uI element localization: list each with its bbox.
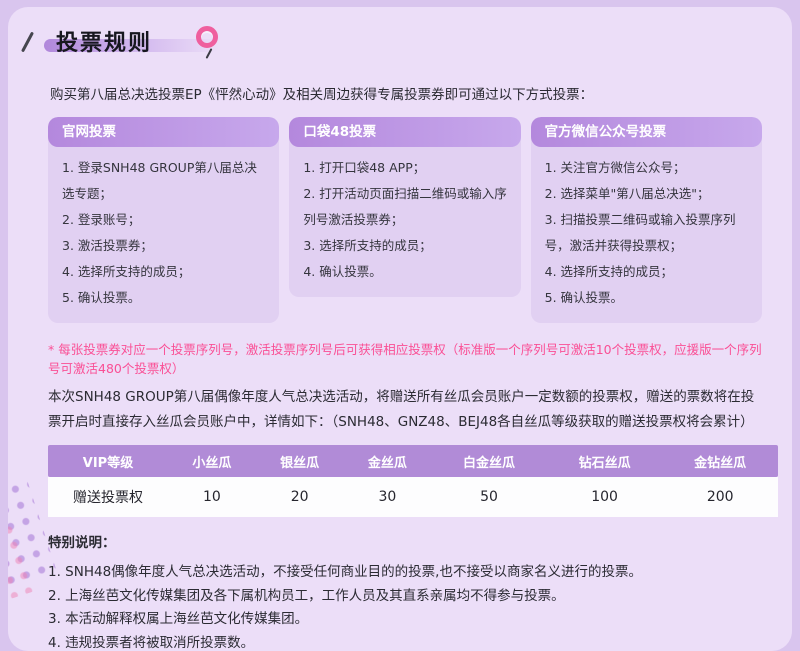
card-step: 1. 打开口袋48 APP； xyxy=(303,155,508,181)
card-title: 官方微信公众号投票 xyxy=(531,117,762,147)
card-step: 4. 确认投票。 xyxy=(303,259,508,285)
card-step: 2. 打开活动页面扫描二维码或输入序列号激活投票券； xyxy=(303,181,508,233)
table-cell: 50 xyxy=(431,477,547,517)
intro-text: 购买第八届总决选投票EP《怦然心动》及相关周边获得专属投票券即可通过以下方式投票… xyxy=(50,83,762,103)
card-wechat: 官方微信公众号投票 1. 关注官方微信公众号； 2. 选择菜单"第八届总决选"；… xyxy=(531,117,762,323)
card-step: 3. 激活投票券； xyxy=(62,233,267,259)
vote-method-cards: 官网投票 1. 登录SNH48 GROUP第八届总决选专题； 2. 登录账号； … xyxy=(48,117,762,323)
special-note-item: 3. 本活动解释权属上海丝芭文化传媒集团。 xyxy=(48,608,762,632)
card-step: 5. 确认投票。 xyxy=(62,285,267,311)
card-steps: 1. 登录SNH48 GROUP第八届总决选专题； 2. 登录账号； 3. 激活… xyxy=(48,147,279,323)
table-header-cell: 小丝瓜 xyxy=(168,445,256,477)
card-steps: 1. 关注官方微信公众号； 2. 选择菜单"第八届总决选"； 3. 扫描投票二维… xyxy=(531,147,762,323)
table-header-cell: 白金丝瓜 xyxy=(431,445,547,477)
card-title: 口袋48投票 xyxy=(289,117,520,147)
special-notes-heading: 特别说明： xyxy=(48,531,762,551)
card-title: 官网投票 xyxy=(48,117,279,147)
card-step: 2. 选择菜单"第八届总决选"； xyxy=(545,181,750,207)
card-step: 1. 登录SNH48 GROUP第八届总决选专题； xyxy=(62,155,267,207)
card-step: 3. 选择所支持的成员； xyxy=(303,233,508,259)
ring-icon xyxy=(196,26,218,48)
table-cell: 10 xyxy=(168,477,256,517)
gift-info: 本次SNH48 GROUP第八届偶像年度人气总决选活动，将赠送所有丝瓜会员账户一… xyxy=(48,385,762,435)
card-step: 1. 关注官方微信公众号； xyxy=(545,155,750,181)
special-note-item: 1. SNH48偶像年度人气总决选活动，不接受任何商业目的的投票,也不接受以商家… xyxy=(48,561,762,585)
card-step: 2. 登录账号； xyxy=(62,207,267,233)
section-header: 投票规则 xyxy=(48,25,762,69)
rules-content: 投票规则 购买第八届总决选投票EP《怦然心动》及相关周边获得专属投票券即可通过以… xyxy=(8,7,792,651)
table-header-cell: 金钻丝瓜 xyxy=(662,445,778,477)
rules-panel: 投票规则 购买第八届总决选投票EP《怦然心动》及相关周边获得专属投票券即可通过以… xyxy=(8,7,792,651)
table-cell: 20 xyxy=(256,477,344,517)
card-pocket48: 口袋48投票 1. 打开口袋48 APP； 2. 打开活动页面扫描二维码或输入序… xyxy=(289,117,520,297)
special-note-item: 4. 违规投票者将被取消所投票数。 xyxy=(48,632,762,651)
table-cell: 100 xyxy=(547,477,663,517)
table-header-cell: 金丝瓜 xyxy=(344,445,432,477)
page-title: 投票规则 xyxy=(56,25,152,57)
table-header-cell: 银丝瓜 xyxy=(256,445,344,477)
title-wrap: 投票规则 xyxy=(56,25,152,57)
card-step: 5. 确认投票。 xyxy=(545,285,750,311)
card-step: 3. 扫描投票二维码或输入投票序列号，激活并获得投票权； xyxy=(545,207,750,259)
card-official-site: 官网投票 1. 登录SNH48 GROUP第八届总决选专题； 2. 登录账号； … xyxy=(48,117,279,323)
ticket-note: * 每张投票券对应一个投票序列号，激活投票序列号后可获得相应投票权（标准版一个序… xyxy=(48,339,762,377)
vip-table-header-row: VIP等级 小丝瓜 银丝瓜 金丝瓜 白金丝瓜 钻石丝瓜 金钻丝瓜 xyxy=(48,445,778,477)
card-step: 4. 选择所支持的成员； xyxy=(545,259,750,285)
card-step: 4. 选择所支持的成员； xyxy=(62,259,267,285)
vip-table: VIP等级 小丝瓜 银丝瓜 金丝瓜 白金丝瓜 钻石丝瓜 金钻丝瓜 赠送投票权 1… xyxy=(48,445,778,517)
table-row: 赠送投票权 10 20 30 50 100 200 xyxy=(48,477,778,517)
table-cell: 30 xyxy=(344,477,432,517)
slash-icon xyxy=(21,32,34,53)
card-steps: 1. 打开口袋48 APP； 2. 打开活动页面扫描二维码或输入序列号激活投票券… xyxy=(289,147,520,297)
table-header-cell: 钻石丝瓜 xyxy=(547,445,663,477)
special-note-item: 2. 上海丝芭文化传媒集团及各下属机构员工，工作人员及其直系亲属均不得参与投票。 xyxy=(48,585,762,609)
table-cell: 200 xyxy=(662,477,778,517)
table-header-cell: VIP等级 xyxy=(48,445,168,477)
table-cell: 赠送投票权 xyxy=(48,477,168,517)
